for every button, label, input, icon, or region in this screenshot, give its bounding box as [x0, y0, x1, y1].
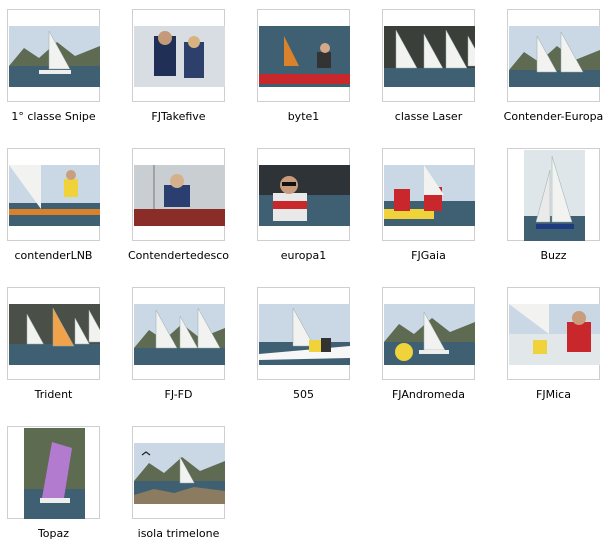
contender-photo-icon	[9, 165, 100, 226]
thumbnail-frame[interactable]	[257, 287, 350, 380]
sailboat-photo-icon	[9, 26, 100, 87]
topaz-photo-icon	[24, 428, 85, 519]
thumbnail-item[interactable]: isola trimelone	[105, 418, 230, 546]
thumbnail-item[interactable]: FJAndromeda	[355, 279, 480, 407]
thumbnail-item[interactable]: Contender-Europa	[480, 1, 605, 129]
thumbnail-frame[interactable]	[507, 148, 600, 241]
thumbnail-item[interactable]: FJTakefive	[105, 1, 230, 129]
thumbnail-item[interactable]: Buzz	[480, 140, 605, 268]
fj-mica-photo-icon	[509, 304, 600, 365]
thumbnail-item[interactable]: byte1	[230, 1, 355, 129]
thumbnail-label[interactable]: Buzz	[480, 249, 613, 262]
thumbnail-frame[interactable]	[7, 148, 100, 241]
thumbnail-frame[interactable]	[257, 9, 350, 102]
thumbnail-frame[interactable]	[7, 426, 100, 519]
thumbnail-frame[interactable]	[382, 287, 475, 380]
thumbnail-frame[interactable]	[507, 9, 600, 102]
thumbnail-frame[interactable]	[382, 9, 475, 102]
thumbnail-item[interactable]: FJ-FD	[105, 279, 230, 407]
fj-crew-photo-icon	[384, 165, 475, 226]
thumbnail-frame[interactable]	[132, 9, 225, 102]
thumbnail-frame[interactable]	[132, 426, 225, 519]
contender-sailor-photo-icon	[134, 165, 225, 226]
thumbnail-item[interactable]: FJGaia	[355, 140, 480, 268]
thumbnail-frame[interactable]	[257, 148, 350, 241]
thumbnail-item[interactable]: europa1	[230, 140, 355, 268]
505-photo-icon	[259, 304, 350, 365]
thumbnail-label[interactable]: isola trimelone	[105, 527, 252, 540]
thumbnail-label[interactable]: FJMica	[480, 388, 613, 401]
thumbnail-item[interactable]: Contendertedesco	[105, 140, 230, 268]
thumbnail-item[interactable]: contenderLNB	[0, 140, 105, 268]
thumbnail-frame[interactable]	[507, 287, 600, 380]
thumbnail-view: 1° classe Snipe FJTakefive byte1 classe Las…	[0, 0, 613, 542]
laser-fleet-photo-icon	[384, 26, 475, 87]
thumbnail-label[interactable]: Contender-Europa	[480, 110, 613, 123]
fj-fd-photo-icon	[134, 304, 225, 365]
thumbnail-item[interactable]: Topaz	[0, 418, 105, 546]
fj-andromeda-photo-icon	[384, 304, 475, 365]
thumbnail-frame[interactable]	[132, 148, 225, 241]
trident-photo-icon	[9, 304, 100, 365]
thumbnail-frame[interactable]	[132, 287, 225, 380]
thumbnail-item[interactable]: Trident	[0, 279, 105, 407]
europa-sailor-photo-icon	[259, 165, 350, 226]
regatta-photo-icon	[509, 26, 600, 87]
island-photo-icon	[134, 443, 225, 504]
thumbnail-item[interactable]: 505	[230, 279, 355, 407]
thumbnail-item[interactable]: classe Laser	[355, 1, 480, 129]
buzz-photo-icon	[524, 150, 585, 241]
thumbnail-frame[interactable]	[382, 148, 475, 241]
sailors-photo-icon	[134, 26, 225, 87]
dinghy-photo-icon	[259, 26, 350, 87]
thumbnail-frame[interactable]	[7, 9, 100, 102]
thumbnail-frame[interactable]	[7, 287, 100, 380]
thumbnail-item[interactable]: FJMica	[480, 279, 605, 407]
thumbnail-item[interactable]: 1° classe Snipe	[0, 1, 105, 129]
